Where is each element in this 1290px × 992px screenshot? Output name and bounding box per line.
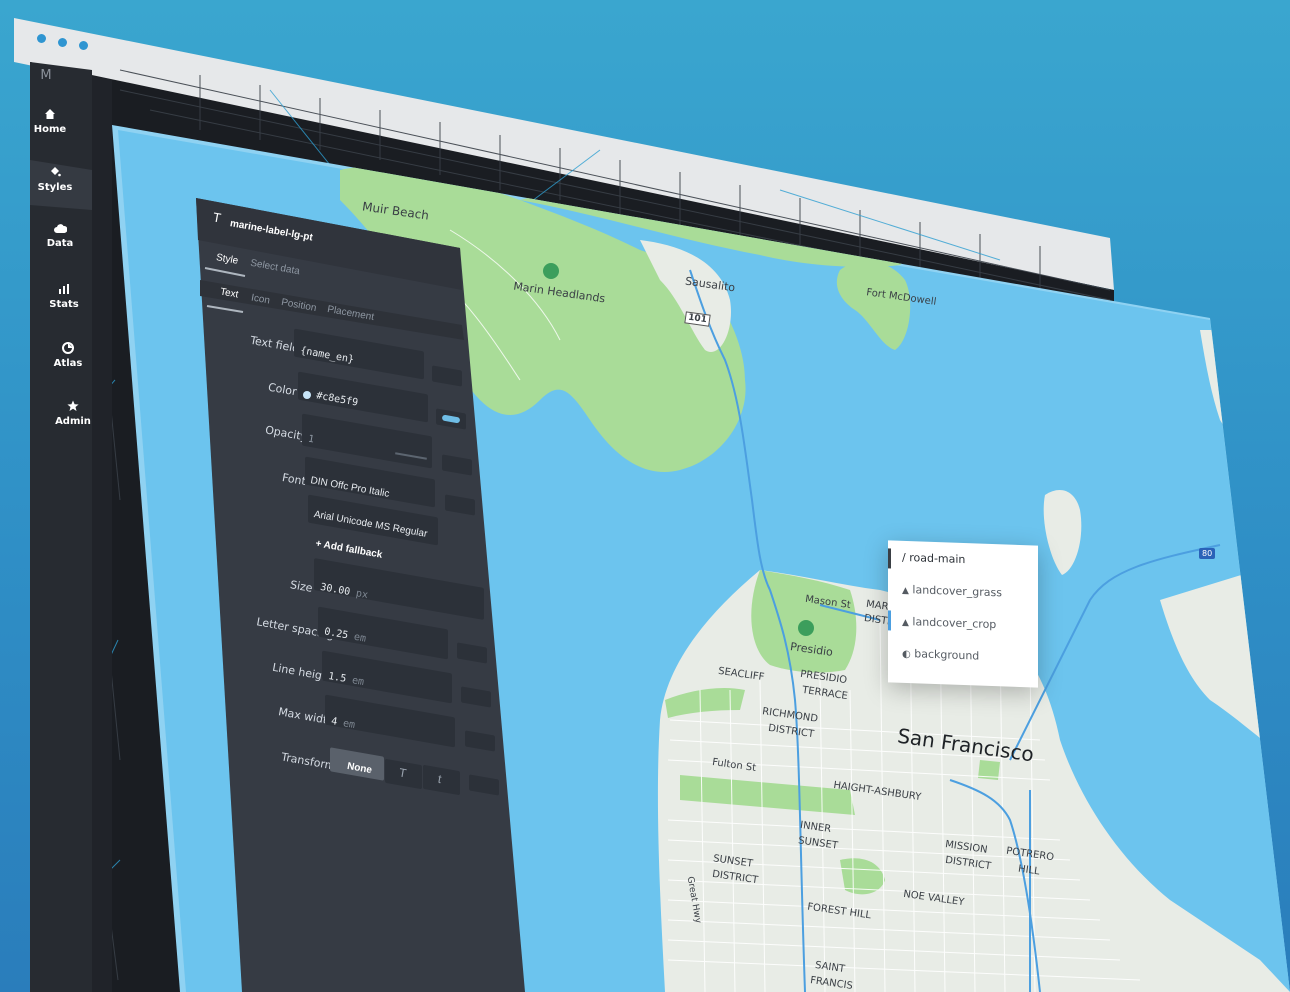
layer-select-popup[interactable]: ∕ road-main ▲ landcover_grass ▲ landcove… — [888, 540, 1038, 688]
fill-icon: ▲ — [902, 617, 909, 629]
popup-item-background[interactable]: ◐ background — [902, 647, 979, 662]
popup-item-road-main[interactable]: ∕ road-main — [902, 551, 965, 566]
color-swatch[interactable] — [303, 391, 311, 399]
line-icon: ∕ — [902, 550, 906, 564]
popup-item-landcover-crop[interactable]: ▲ landcover_crop — [902, 615, 996, 631]
background-icon: ◐ — [902, 648, 911, 661]
fill-icon: ▲ — [902, 585, 909, 597]
popup-item-landcover-grass[interactable]: ▲ landcover_grass — [902, 583, 1002, 599]
style-panel-background — [196, 198, 525, 992]
